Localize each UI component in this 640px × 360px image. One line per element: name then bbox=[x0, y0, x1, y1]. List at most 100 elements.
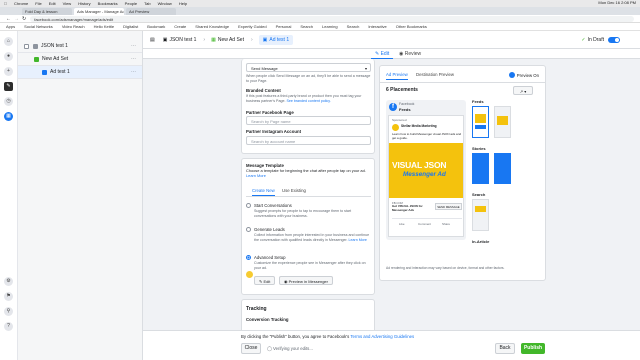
back-arrow-icon[interactable]: ← bbox=[6, 16, 11, 22]
more-icon[interactable]: ⋯ bbox=[131, 43, 136, 49]
radio-advanced-setup[interactable] bbox=[246, 255, 251, 260]
terms-link[interactable]: Terms and Advertising Guidelines bbox=[350, 334, 414, 339]
bookmark[interactable]: Interactive bbox=[368, 24, 386, 29]
tab-ad-preview[interactable]: Ad Preview bbox=[386, 72, 408, 80]
menu-item[interactable]: History bbox=[78, 1, 90, 6]
radio-generate-leads[interactable] bbox=[246, 227, 251, 232]
comment-button[interactable]: Comment bbox=[418, 222, 431, 226]
folder-icon bbox=[33, 43, 38, 49]
template-tab-create[interactable]: Create New bbox=[252, 188, 275, 196]
menu-item[interactable]: Help bbox=[179, 1, 187, 6]
bookmark[interactable]: Shared Knowledge bbox=[195, 24, 229, 29]
partner-fb-input[interactable]: Search by Page name bbox=[246, 116, 371, 125]
edit-button[interactable]: ✎ Edit bbox=[254, 276, 276, 285]
preview-toggle[interactable]: Preview On bbox=[508, 72, 539, 78]
url-input[interactable]: facebook.com/adsmanager/manage/ads/edit bbox=[30, 15, 634, 22]
browser-tab[interactable]: Fold Day & lesson bbox=[22, 8, 72, 15]
more-icon[interactable]: ⋯ bbox=[131, 56, 136, 62]
bookmark[interactable]: Other Bookmarks bbox=[396, 24, 427, 29]
leads-learn-more-link[interactable]: Learn More bbox=[349, 238, 367, 242]
more-icon[interactable]: ⋯ bbox=[131, 69, 136, 75]
pencil-icon: ✎ bbox=[375, 51, 380, 57]
bookmark[interactable]: Expertly Guided bbox=[238, 24, 266, 29]
grid-icon[interactable]: ▦ bbox=[4, 112, 13, 121]
menu-item[interactable]: View bbox=[63, 1, 72, 6]
breadcrumb-campaign[interactable]: ▣ JSON test 1 bbox=[163, 37, 197, 43]
menu-item[interactable]: Window bbox=[158, 1, 172, 6]
bookmark[interactable]: Search bbox=[347, 24, 360, 29]
tree-checkbox[interactable] bbox=[24, 43, 29, 49]
bookmark[interactable]: Video Reach bbox=[62, 24, 85, 29]
tab-edit[interactable]: ✎ Edit bbox=[371, 50, 394, 59]
like-button[interactable]: Like bbox=[399, 222, 405, 226]
tree-item-adset[interactable]: New Ad Set ⋯ bbox=[18, 53, 142, 66]
notifications-icon[interactable]: ⚑ bbox=[4, 292, 13, 301]
forward-arrow-icon[interactable]: → bbox=[14, 16, 19, 22]
plus-icon[interactable]: + bbox=[4, 67, 13, 76]
browser-tab-active[interactable]: Ads Manager - Manage Ads bbox=[74, 8, 124, 15]
share-preview-button[interactable]: ↗ ▾ bbox=[513, 86, 533, 95]
bookmark[interactable]: Create bbox=[174, 24, 186, 29]
template-tab-existing[interactable]: Use Existing bbox=[282, 188, 306, 193]
browser-tab[interactable]: Ad Preview bbox=[126, 8, 176, 15]
close-button[interactable]: Close bbox=[241, 343, 261, 354]
branded-help: If this post features a third-party bran… bbox=[246, 94, 371, 103]
send-message-button[interactable]: SEND MESSAGE bbox=[435, 203, 462, 210]
preview-messenger-button[interactable]: ◉ Preview in Messenger bbox=[279, 276, 333, 285]
tab-destination-preview[interactable]: Destination Preview bbox=[416, 72, 454, 77]
branded-policy-link[interactable]: See branded content policy. bbox=[286, 99, 330, 103]
help-icon[interactable]: ? bbox=[4, 322, 13, 331]
campaign-tree: JSON test 1 ⋯ New Ad Set ⋯ Ad test 1 ⋯ bbox=[18, 31, 143, 360]
partner-ig-input[interactable]: Search by account name bbox=[246, 136, 371, 145]
placement-thumb-story[interactable] bbox=[472, 153, 489, 184]
bookmark[interactable]: Personal bbox=[276, 24, 292, 29]
bookmark[interactable]: Hello Kettle bbox=[94, 24, 114, 29]
menu-apple[interactable]:  bbox=[4, 1, 7, 6]
chevron-right-icon: › bbox=[203, 36, 206, 43]
search-icon[interactable]: ⚲ bbox=[4, 307, 13, 316]
menu-item[interactable]: Tab bbox=[144, 1, 150, 6]
cta-select[interactable]: Send Message ▾ bbox=[246, 63, 371, 72]
placement-thumb-story[interactable] bbox=[494, 153, 511, 184]
bookmark[interactable]: Digitalist bbox=[123, 24, 138, 29]
menu-item[interactable]: Edit bbox=[49, 1, 56, 6]
bookmark[interactable]: Apps bbox=[6, 24, 15, 29]
option-title: Advanced Setup bbox=[254, 255, 286, 260]
bookmark[interactable]: Bookmark bbox=[147, 24, 165, 29]
share-button[interactable]: Share bbox=[442, 222, 450, 226]
tree-item-ad[interactable]: Ad test 1 ⋯ bbox=[18, 66, 142, 79]
placement-thumb-feed-selected[interactable] bbox=[472, 106, 489, 138]
tree-item-campaign[interactable]: JSON test 1 ⋯ bbox=[18, 40, 142, 53]
option-desc: Customize the experience people see in M… bbox=[254, 261, 366, 270]
left-nav-rail: ⌂ ● + ✎ ◷ ▦ ⚙ ⚑ ⚲ ? bbox=[0, 31, 18, 360]
reload-icon[interactable]: ↻ bbox=[22, 16, 26, 22]
bookmark[interactable]: Search bbox=[300, 24, 313, 29]
placement-thumb-feed[interactable] bbox=[494, 106, 511, 138]
breadcrumb-adset[interactable]: ▦ New Ad Set bbox=[211, 37, 244, 43]
template-learn-more-link[interactable]: Learn More bbox=[246, 173, 266, 178]
messenger-icon: ◉ bbox=[284, 279, 288, 284]
pencil-icon[interactable]: ✎ bbox=[4, 82, 13, 91]
destination-card: Send Message ▾ When people click Send Me… bbox=[241, 59, 375, 154]
menu-item[interactable]: Bookmarks bbox=[98, 1, 118, 6]
history-icon[interactable]: ◷ bbox=[4, 97, 13, 106]
tab-review[interactable]: ◉ Review bbox=[395, 50, 425, 58]
account-icon[interactable]: ● bbox=[4, 52, 13, 61]
menu-item[interactable]: People bbox=[125, 1, 137, 6]
menu-item[interactable]: File bbox=[35, 1, 41, 6]
ad-toggle[interactable] bbox=[608, 37, 620, 43]
post-text: Learn how to build Messenger visual JSON… bbox=[392, 132, 462, 140]
publish-button[interactable]: Publish bbox=[521, 343, 545, 354]
placement-thumb-search[interactable] bbox=[472, 199, 489, 231]
bookmark[interactable]: Social Networks bbox=[24, 24, 53, 29]
breadcrumb-ad[interactable]: ▣ Ad test 1 bbox=[258, 34, 294, 45]
radio-start-conversations[interactable] bbox=[246, 203, 251, 208]
preview-on-label: Preview On bbox=[516, 72, 539, 78]
back-button[interactable]: Back bbox=[495, 343, 515, 354]
collapse-panel-icon[interactable]: ▤ bbox=[150, 37, 155, 43]
home-icon[interactable]: ⌂ bbox=[4, 37, 13, 46]
bookmark[interactable]: Learning bbox=[322, 24, 338, 29]
message-template-card: Message Template Choose a template for b… bbox=[241, 158, 375, 295]
menu-item[interactable]: Chrome bbox=[14, 1, 28, 6]
settings-icon[interactable]: ⚙ bbox=[4, 277, 13, 286]
